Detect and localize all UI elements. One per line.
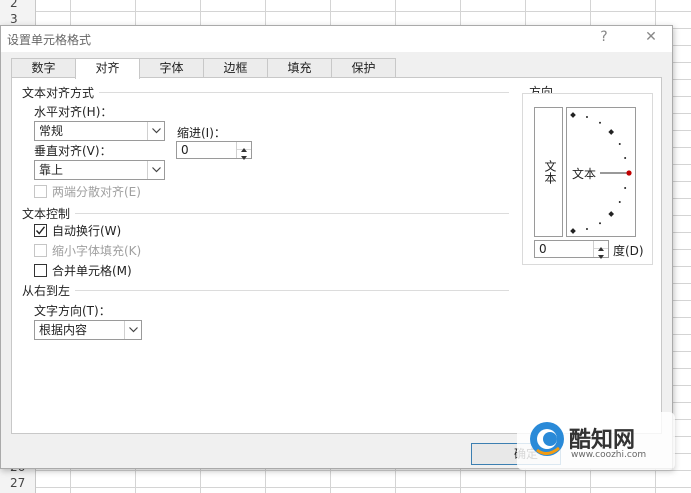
orientation-tick bbox=[599, 121, 601, 124]
section-divider bbox=[75, 290, 509, 291]
vertical-align-label: 垂直对齐(V)： bbox=[34, 144, 112, 158]
watermark-url: www.coozhi.com bbox=[571, 450, 647, 460]
help-button[interactable]: ? bbox=[594, 29, 614, 45]
orientation-tick bbox=[624, 156, 627, 159]
watermark: 酷知网 www.coozhi.com bbox=[517, 412, 675, 470]
text-alignment-heading: 文本对齐方式 bbox=[22, 86, 95, 100]
orientation-tick bbox=[570, 112, 576, 118]
spin-down-icon[interactable] bbox=[237, 150, 251, 160]
chevron-down-icon[interactable] bbox=[147, 122, 164, 140]
degrees-spinner-buttons[interactable] bbox=[593, 241, 608, 259]
spin-down-icon[interactable] bbox=[594, 249, 608, 259]
row-number[interactable]: 3 bbox=[0, 12, 36, 26]
tab-alignment[interactable]: 对齐 bbox=[75, 58, 140, 79]
justify-distributed-label: 两端分散对齐(E) bbox=[52, 185, 141, 199]
orientation-tick bbox=[618, 201, 621, 203]
vertical-text-toggle[interactable]: 文本 bbox=[534, 107, 563, 237]
indent-value: 0 bbox=[181, 143, 189, 157]
orientation-dial[interactable]: 文本 bbox=[566, 107, 636, 237]
vertical-align-select[interactable]: 靠上 bbox=[34, 160, 165, 180]
orientation-group: 文本 文本 0 度(D) bbox=[522, 93, 653, 265]
text-direction-value: 根据内容 bbox=[39, 323, 88, 337]
chevron-down-icon[interactable] bbox=[124, 321, 141, 339]
orientation-tick bbox=[585, 228, 588, 231]
orientation-tick bbox=[624, 187, 627, 190]
indent-spinner-buttons[interactable] bbox=[236, 142, 251, 160]
merge-cells-label: 合并单元格(M) bbox=[52, 264, 132, 278]
shrink-to-fit-label: 缩小字体填充(K) bbox=[52, 244, 142, 258]
degrees-label: 度(D) bbox=[613, 244, 644, 258]
row-number[interactable]: 27 bbox=[0, 476, 36, 490]
orientation-text-label: 文本 bbox=[572, 167, 597, 181]
section-divider bbox=[75, 213, 509, 214]
vertical-align-value: 靠上 bbox=[39, 163, 64, 177]
tab-font[interactable]: 字体 bbox=[139, 58, 204, 78]
spin-up-icon[interactable] bbox=[594, 241, 608, 251]
dialog-titlebar: 设置单元格格式 ? ✕ bbox=[1, 26, 672, 52]
text-direction-select[interactable]: 根据内容 bbox=[34, 320, 142, 340]
horizontal-align-select[interactable]: 常规 bbox=[34, 121, 165, 141]
text-direction-label: 文字方向(T)： bbox=[34, 304, 111, 318]
close-button[interactable]: ✕ bbox=[641, 29, 661, 45]
degrees-value: 0 bbox=[539, 242, 547, 256]
wrap-text-checkbox[interactable] bbox=[34, 224, 47, 237]
justify-distributed-checkbox[interactable] bbox=[34, 185, 47, 198]
tab-protection[interactable]: 保护 bbox=[331, 58, 396, 78]
tab-border[interactable]: 边框 bbox=[203, 58, 268, 78]
orientation-tick bbox=[608, 211, 615, 217]
horizontal-align-label: 水平对齐(H)： bbox=[34, 105, 113, 119]
orientation-tick bbox=[618, 143, 621, 145]
row-number[interactable]: 2 bbox=[0, 0, 36, 10]
wrap-text-label: 自动换行(W) bbox=[52, 224, 122, 238]
chevron-down-icon[interactable] bbox=[147, 161, 164, 179]
vertical-text-label: 文本 bbox=[543, 160, 557, 184]
degrees-spinner[interactable]: 0 bbox=[534, 240, 609, 259]
shrink-to-fit-checkbox[interactable] bbox=[34, 244, 47, 257]
orientation-tick bbox=[570, 228, 576, 234]
tab-fill[interactable]: 填充 bbox=[267, 58, 332, 78]
orientation-tick bbox=[608, 129, 615, 135]
rtl-heading: 从右到左 bbox=[22, 284, 71, 298]
spin-up-icon[interactable] bbox=[237, 142, 251, 152]
indent-spinner[interactable]: 0 bbox=[176, 141, 252, 160]
tab-number[interactable]: 数字 bbox=[11, 58, 76, 78]
orientation-tick bbox=[599, 222, 601, 225]
dialog-title: 设置单元格格式 bbox=[7, 33, 92, 47]
format-cells-dialog: 设置单元格格式 ? ✕ 数字 对齐 字体 边框 填充 保护 文本对齐方式 水平对… bbox=[0, 25, 673, 469]
tab-strip: 数字 对齐 字体 边框 填充 保护 bbox=[11, 58, 396, 79]
horizontal-align-value: 常规 bbox=[39, 124, 64, 138]
checkmark-icon bbox=[35, 226, 46, 235]
text-control-heading: 文本控制 bbox=[22, 207, 71, 221]
merge-cells-checkbox[interactable] bbox=[34, 264, 47, 277]
orientation-tick bbox=[585, 115, 588, 118]
section-divider bbox=[99, 92, 509, 93]
indent-label: 缩进(I)： bbox=[177, 126, 226, 140]
